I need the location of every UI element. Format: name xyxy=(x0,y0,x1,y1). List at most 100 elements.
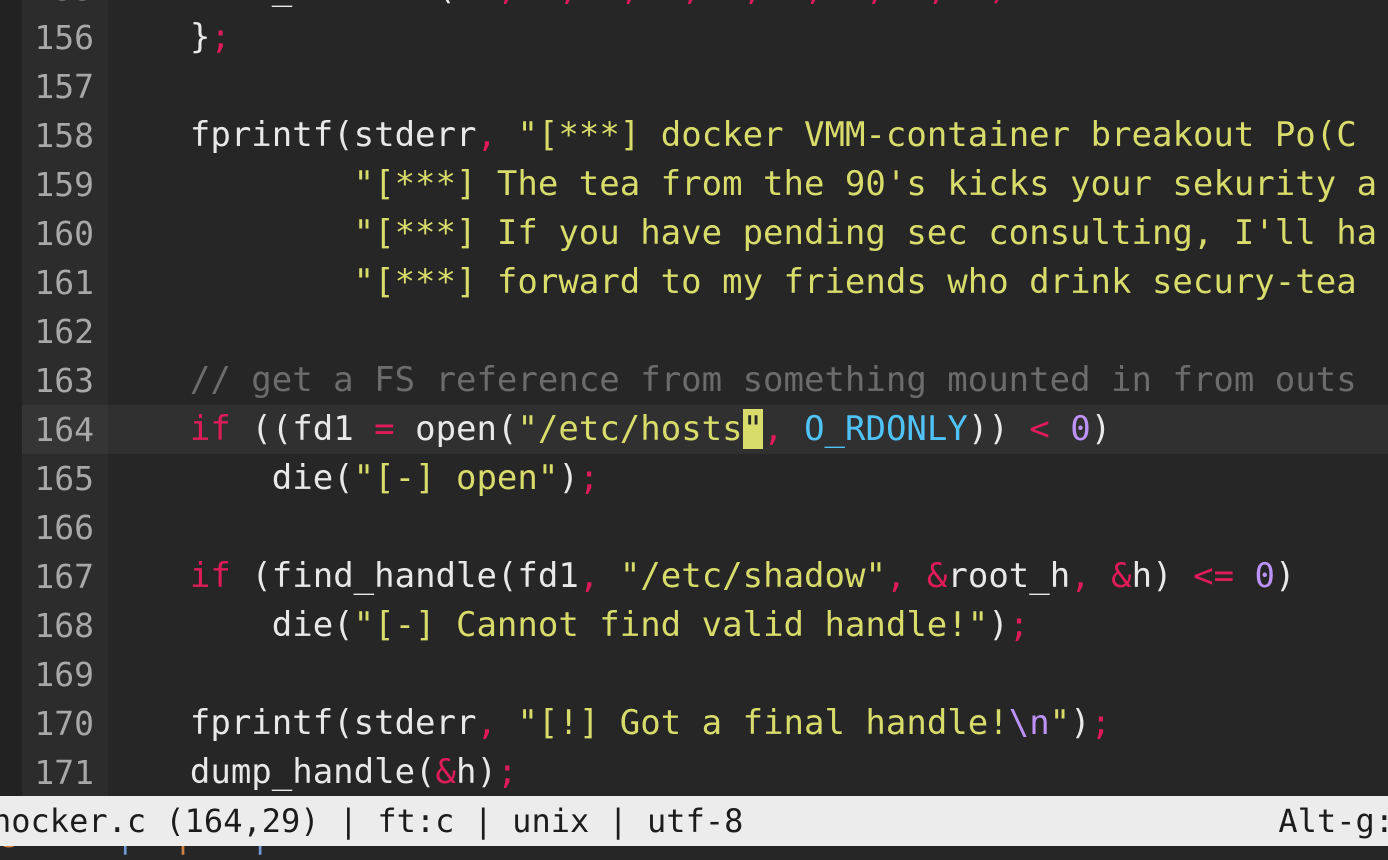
code-line[interactable]: 161 "[***] forward to my friends who dri… xyxy=(0,258,1388,307)
code-line[interactable]: 170 fprintf(stderr, "[!] Got a final han… xyxy=(0,699,1388,748)
code-editor-viewport[interactable]: 155 _ ( , , , , , , , , )156 };157158 fp… xyxy=(0,0,1388,796)
code-token: , xyxy=(885,556,907,596)
code-token: ; xyxy=(1008,605,1030,645)
code-line[interactable]: 157 xyxy=(0,62,1388,111)
code-token: & xyxy=(1111,556,1132,596)
status-bar-right-hint: Alt-g: xyxy=(1278,802,1388,840)
code-line[interactable]: 171 dump_handle(&h); xyxy=(0,748,1388,796)
code-token: ((fd1 xyxy=(230,409,375,449)
line-number: 161 xyxy=(0,258,108,307)
code-line[interactable]: 162 xyxy=(0,307,1388,356)
code-token: h) xyxy=(1131,556,1173,596)
line-number: 164 xyxy=(0,405,108,454)
code-line-text: die("[-] Cannot find valid handle!"); xyxy=(108,601,1029,650)
code-token: ; xyxy=(578,458,600,498)
line-number: 156 xyxy=(0,13,108,62)
code-line[interactable]: 165 die("[-] open"); xyxy=(0,454,1388,503)
code-token: if xyxy=(189,409,231,449)
code-token: 0 xyxy=(1070,409,1091,449)
code-token: & xyxy=(435,752,456,792)
code-line[interactable]: 156 }; xyxy=(0,13,1388,62)
code-token: if xyxy=(189,556,231,596)
code-token: ( xyxy=(436,0,456,8)
code-token: ) xyxy=(558,458,579,498)
line-number: 171 xyxy=(0,748,108,796)
code-token: 0 xyxy=(1254,556,1276,596)
text-cursor: " xyxy=(742,409,764,449)
code-line[interactable]: 159 "[***] The tea from the 90's kicks y… xyxy=(0,160,1388,209)
code-token: ; xyxy=(210,17,231,57)
code-token: , xyxy=(1070,556,1091,596)
code-token: _ xyxy=(272,0,292,8)
code-token: ; xyxy=(496,752,518,792)
command-line[interactable]: s | | | xyxy=(0,846,1388,860)
line-number: 163 xyxy=(0,356,108,405)
code-token: ) xyxy=(1070,703,1091,743)
line-number: 168 xyxy=(0,601,108,650)
code-token: die( xyxy=(108,458,354,498)
line-number: 160 xyxy=(0,209,108,258)
vim-editor-window: 155 _ ( , , , , , , , , )156 };157158 fp… xyxy=(0,0,1388,860)
code-token: O_RDONLY xyxy=(804,409,968,449)
code-token: } xyxy=(108,17,211,57)
code-token: , xyxy=(476,703,497,743)
line-number: 155 xyxy=(0,0,108,13)
code-line-text: fprintf(stderr, "[!] Got a final handle!… xyxy=(108,699,1111,748)
code-line[interactable]: 163 // get a FS reference from something… xyxy=(0,356,1388,405)
line-number: 170 xyxy=(0,699,108,748)
code-line-text: die("[-] open"); xyxy=(108,454,600,503)
command-line-text: s | | | xyxy=(0,846,270,860)
code-token: open( xyxy=(394,409,518,449)
code-token: "/etc/hosts xyxy=(517,409,743,449)
code-line[interactable]: 158 fprintf(stderr, "[***] docker VMM-co… xyxy=(0,111,1388,160)
code-line-text: "[***] forward to my friends who drink s… xyxy=(108,258,1357,307)
code-line-text: // get a FS reference from something mou… xyxy=(108,356,1357,405)
code-token: "/etc/shadow" xyxy=(619,556,886,596)
code-lines-container: 155 _ ( , , , , , , , , )156 };157158 fp… xyxy=(0,0,1388,796)
code-token: root_h xyxy=(947,556,1071,596)
code-token: , , , , , , , , ) xyxy=(456,0,1009,8)
code-token: fprintf(stderr xyxy=(108,703,477,743)
code-token: "[***] docker VMM-container breakout Po(… xyxy=(517,115,1357,155)
code-line[interactable]: 155 _ ( , , , , , , , , ) xyxy=(0,0,1388,13)
code-token: , xyxy=(578,556,600,596)
code-line[interactable]: 168 die("[-] Cannot find valid handle!")… xyxy=(0,601,1388,650)
code-line[interactable]: 160 "[***] If you have pending sec consu… xyxy=(0,209,1388,258)
status-bar-left-text: hocker.c (164,29) | ft:c | unix | utf-8 xyxy=(0,802,744,840)
code-line-text: if (find_handle(fd1, "/etc/shadow", &roo… xyxy=(108,552,1296,601)
code-token: )) xyxy=(967,409,1009,449)
code-line[interactable]: 169 xyxy=(0,650,1388,699)
code-token: h) xyxy=(456,752,497,792)
code-token: < xyxy=(1029,409,1050,449)
code-token: "[-] open" xyxy=(353,458,559,498)
code-line[interactable]: 166 xyxy=(0,503,1388,552)
code-token: // get a FS reference from something mou… xyxy=(189,360,1357,400)
code-token: die( xyxy=(108,605,354,645)
line-number: 159 xyxy=(0,160,108,209)
code-token: " xyxy=(1049,703,1071,743)
code-line-text: "[***] The tea from the 90's kicks your … xyxy=(108,160,1378,209)
code-token: (find_handle(fd1 xyxy=(230,556,579,596)
code-token: "[***] If you have pending sec consultin… xyxy=(353,213,1378,253)
code-line[interactable]: 167 if (find_handle(fd1, "/etc/shadow", … xyxy=(0,552,1388,601)
code-line-current[interactable]: 164 if ((fd1 = open("/etc/hosts", O_RDON… xyxy=(0,405,1388,454)
code-line-text: "[***] If you have pending sec consultin… xyxy=(108,209,1378,258)
code-token: \n xyxy=(1008,703,1050,743)
code-token: <= xyxy=(1193,556,1235,596)
